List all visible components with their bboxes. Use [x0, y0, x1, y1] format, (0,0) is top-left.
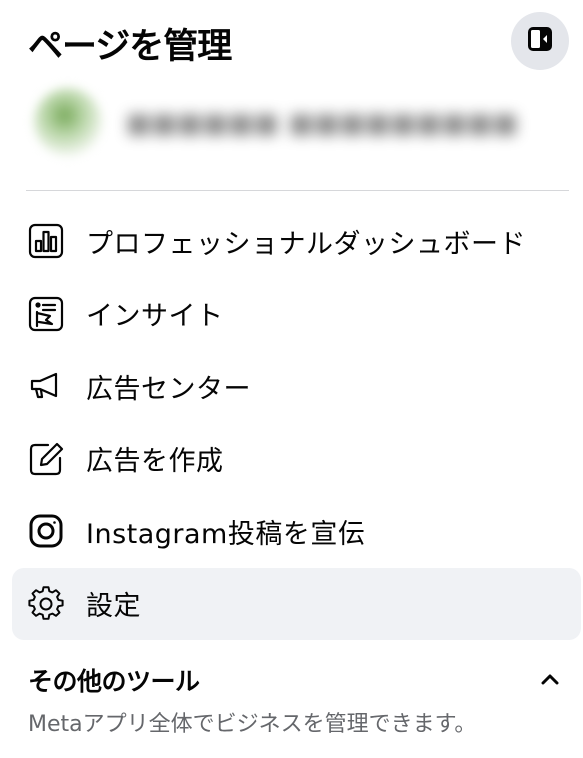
dashboard-icon — [26, 221, 66, 261]
menu-item-label: 広告を作成 — [86, 446, 224, 478]
collapse-sidebar-button[interactable] — [511, 12, 569, 70]
menu-item-create-ad[interactable]: 広告を作成 — [12, 423, 581, 496]
megaphone-icon — [26, 366, 66, 406]
avatar — [34, 88, 102, 156]
menu-item-label: インサイト — [86, 301, 224, 333]
gear-icon — [26, 584, 66, 624]
menu-item-label: Instagram投稿を宣伝 — [86, 518, 366, 550]
menu-item-label: プロフェッショナルダッシュボード — [86, 228, 526, 260]
edit-icon — [26, 439, 66, 479]
sidebar-collapse-icon — [527, 26, 553, 56]
manage-page-menu: プロフェッショナルダッシュボード インサイト 広告センター 広告を作成 Inst… — [12, 205, 581, 640]
menu-item-insights[interactable]: インサイト — [12, 278, 581, 351]
menu-item-label: 設定 — [86, 591, 141, 623]
other-tools-section: その他のツール Metaアプリ全体でビジネスを管理できます。 — [28, 662, 569, 738]
instagram-icon — [26, 511, 66, 551]
divider — [26, 190, 569, 191]
page-title: ページを管理 — [28, 27, 232, 67]
menu-item-promote-instagram[interactable]: Instagram投稿を宣伝 — [12, 495, 581, 568]
section-title: その他のツール — [28, 667, 200, 696]
page-profile[interactable]: ■■■■■■ ■■■■■■■■■ — [26, 84, 518, 168]
insights-icon — [26, 294, 66, 334]
section-subtitle: Metaアプリ全体でビジネスを管理できます。 — [28, 712, 477, 737]
menu-item-ad-center[interactable]: 広告センター — [12, 350, 581, 423]
header: ページを管理 — [28, 12, 569, 70]
menu-item-label: 広告センター — [86, 373, 251, 405]
page-name-blurred: ■■■■■■ ■■■■■■■■■ — [126, 108, 519, 139]
chevron-up-icon[interactable] — [535, 664, 565, 694]
menu-item-professional-dashboard[interactable]: プロフェッショナルダッシュボード — [12, 205, 581, 278]
menu-item-settings[interactable]: 設定 — [12, 567, 581, 640]
